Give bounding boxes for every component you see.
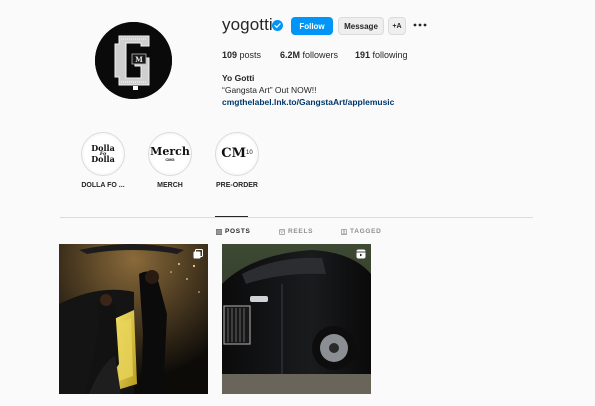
verified-badge-icon xyxy=(272,20,283,31)
tab-label: REELS xyxy=(288,228,314,235)
highlight-label: PRE-ORDER xyxy=(215,182,258,189)
stat-followers[interactable]: 6.2M followers xyxy=(280,50,338,60)
highlight-cover-ring: Merch CMG xyxy=(148,132,192,176)
profile-username: yogotti xyxy=(222,15,273,34)
highlight-cover: Merch CMG xyxy=(150,135,190,173)
more-options-icon[interactable] xyxy=(413,20,427,30)
multi-photo-icon xyxy=(193,249,203,259)
post-image xyxy=(59,244,208,394)
grid-icon xyxy=(216,228,222,235)
reel-icon xyxy=(356,249,366,259)
highlight-label: MERCH xyxy=(157,182,183,189)
bio-link[interactable]: cmgthelabel.lnk.to/GangstaArt/applemusic xyxy=(222,97,394,107)
followers-label: followers xyxy=(302,50,339,60)
highlight-cover-text: 10 xyxy=(246,150,253,157)
highlight-cover-text: CMG xyxy=(165,156,175,162)
stat-following[interactable]: 191 following xyxy=(355,50,408,60)
stat-posts: 109 posts xyxy=(222,50,261,60)
following-label: following xyxy=(372,50,408,60)
message-button[interactable]: Message xyxy=(338,17,384,35)
highlight-cover-text: Merch xyxy=(150,144,190,158)
post-thumbnail[interactable] xyxy=(59,244,208,394)
follow-button[interactable]: Follow xyxy=(291,17,333,35)
following-count: 191 xyxy=(355,50,371,60)
highlight-dolla-fo-dolla[interactable]: Dolla Fo Dolla DOLLA FO ... xyxy=(73,132,133,189)
post-image xyxy=(222,244,371,394)
post-thumbnail[interactable] xyxy=(222,244,371,394)
tab-label: TAGGED xyxy=(350,228,382,235)
tagged-icon xyxy=(341,228,347,235)
tabs-divider xyxy=(60,217,533,218)
cmg-logo-icon: M xyxy=(95,22,172,99)
posts-label: posts xyxy=(239,50,262,60)
highlight-pre-order[interactable]: CM 10 PRE-ORDER xyxy=(207,132,267,189)
highlight-cover-ring: CM 10 xyxy=(215,132,259,176)
reels-icon xyxy=(279,228,285,235)
suggested-accounts-button[interactable]: +A xyxy=(388,17,406,35)
tab-posts[interactable]: POSTS xyxy=(216,228,251,235)
highlight-label: DOLLA FO ... xyxy=(81,182,125,189)
posts-count: 109 xyxy=(222,50,238,60)
highlight-cover-ring: Dolla Fo Dolla xyxy=(81,132,125,176)
highlight-cover-text: CM xyxy=(221,146,247,162)
followers-count: 6.2M xyxy=(280,50,301,60)
highlight-cover-text: Dolla xyxy=(91,154,115,165)
profile-avatar[interactable]: M xyxy=(95,22,172,99)
tab-reels[interactable]: REELS xyxy=(279,228,313,235)
active-tab-indicator xyxy=(215,216,248,217)
tab-tagged[interactable]: TAGGED xyxy=(341,228,382,235)
highlight-merch[interactable]: Merch CMG MERCH xyxy=(140,132,200,189)
svg-text:M: M xyxy=(135,55,143,64)
highlight-cover: CM 10 xyxy=(218,135,256,173)
bio-full-name: Yo Gotti xyxy=(222,73,255,83)
bio-text: “Gangsta Art” Out NOW!! xyxy=(222,85,317,95)
highlight-cover: Dolla Fo Dolla xyxy=(84,135,122,173)
tab-label: POSTS xyxy=(225,228,251,235)
